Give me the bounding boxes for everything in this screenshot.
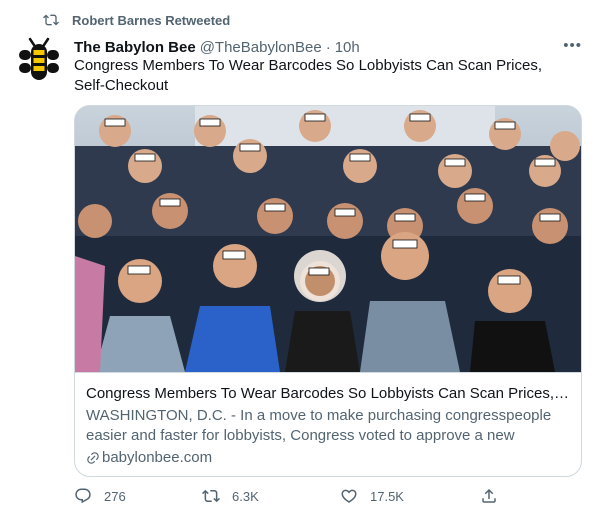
tweet-header: The Babylon Bee @TheBabylonBee · 10h ••• (74, 37, 582, 57)
more-icon[interactable]: ••• (563, 37, 582, 54)
avatar[interactable] (14, 36, 64, 86)
tweet-text: Congress Members To Wear Barcodes So Lob… (74, 57, 542, 94)
author-handle[interactable]: @TheBabylonBee (200, 39, 322, 56)
retweet-label[interactable]: Robert Barnes Retweeted (72, 13, 230, 28)
timestamp[interactable]: 10h (335, 39, 360, 56)
card-body[interactable]: Congress Members To Wear Barcodes So Lob… (75, 372, 581, 476)
separator: · (325, 38, 331, 56)
retweet-context[interactable]: Robert Barnes Retweeted (42, 10, 230, 30)
babylon-bee-logo-icon (14, 36, 64, 86)
share-icon (482, 488, 496, 503)
card-description: WASHINGTON, D.C. - In a move to make pur… (86, 407, 552, 444)
tweet-actions: 276 6.3K 17.5K (74, 484, 504, 508)
reply-icon (75, 488, 91, 504)
retweet-count: 6.3K (232, 488, 259, 504)
like-count: 17.5K (370, 488, 404, 504)
retweet-icon (202, 489, 220, 503)
like-icon (341, 489, 357, 503)
reply-button[interactable]: 276 (74, 487, 126, 505)
share-button[interactable] (480, 487, 510, 505)
card-title[interactable]: Congress Members To Wear Barcodes So Lob… (86, 384, 572, 404)
retweet-icon (43, 14, 59, 26)
reply-count: 276 (104, 488, 126, 504)
retweet-button[interactable]: 6.3K (202, 487, 259, 505)
card-domain-text[interactable]: babylonbee.com (102, 448, 212, 468)
like-button[interactable]: 17.5K (340, 487, 404, 505)
link-icon (87, 452, 99, 464)
author-name[interactable]: The Babylon Bee (74, 39, 196, 56)
card-domain[interactable]: babylonbee.com (86, 448, 572, 468)
card-image[interactable] (75, 106, 582, 372)
link-card[interactable]: Congress Members To Wear Barcodes So Lob… (74, 105, 582, 477)
